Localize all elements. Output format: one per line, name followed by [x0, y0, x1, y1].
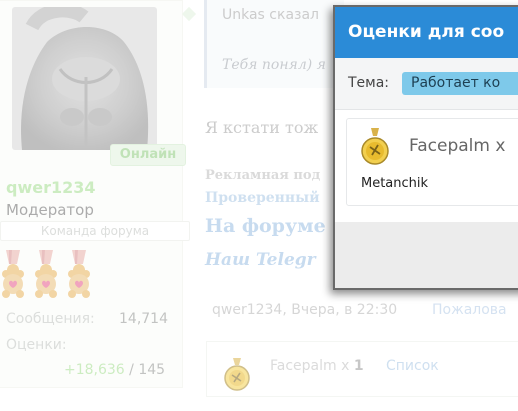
- reaction-card-title: Facepalm x: [409, 136, 506, 156]
- topic-link[interactable]: Работает ко: [402, 72, 518, 95]
- modal-footer: [335, 222, 518, 288]
- topic-label: Тема:: [348, 75, 390, 91]
- facepalm-medal-icon: [361, 128, 389, 165]
- modal-title: Оценки для соо: [335, 7, 518, 58]
- modal-topic-row: Тема: Работает ко: [335, 58, 518, 110]
- reaction-user[interactable]: Metanchik: [361, 176, 428, 191]
